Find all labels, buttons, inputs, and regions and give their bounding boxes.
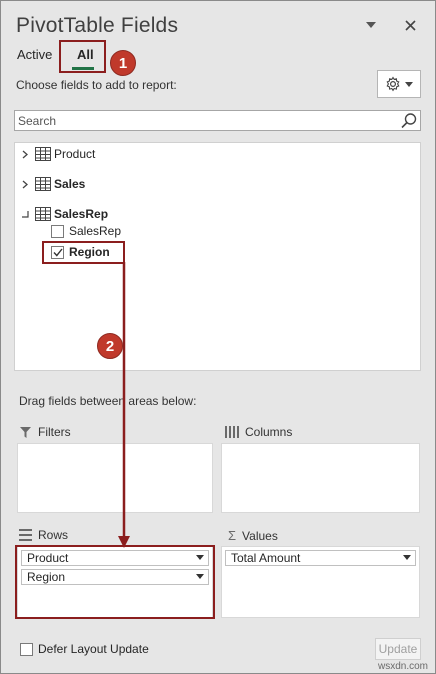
defer-layout-update[interactable]: Defer Layout Update xyxy=(20,642,149,656)
defer-checkbox[interactable] xyxy=(20,642,33,656)
callout-2: 2 xyxy=(97,333,123,359)
watermark: wsxdn.com xyxy=(377,661,428,672)
defer-label: Defer Layout Update xyxy=(38,642,149,656)
update-button[interactable]: Update xyxy=(375,638,421,660)
annotation-arrow xyxy=(118,262,130,548)
